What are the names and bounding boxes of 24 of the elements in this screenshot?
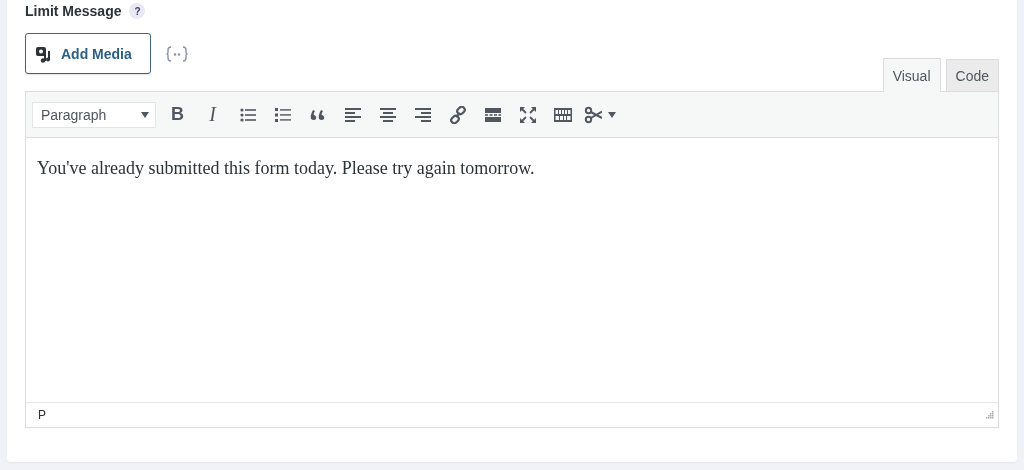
help-button[interactable]: ? xyxy=(129,3,146,19)
editor-tab[interactable]: Visual xyxy=(882,58,941,92)
caret-icon xyxy=(141,111,149,118)
resize-handle-icon xyxy=(986,411,994,419)
add-media-button[interactable]: Add Media xyxy=(25,33,151,74)
align-center-icon xyxy=(378,105,397,124)
media-icon xyxy=(35,44,53,63)
link-icon xyxy=(448,105,467,124)
align-left-icon xyxy=(343,105,362,124)
element-path[interactable]: P xyxy=(38,408,46,422)
keyboard-icon xyxy=(552,105,573,124)
editor-tab[interactable]: Code xyxy=(945,59,999,92)
editor-text: You've already submitted this form today. Please try again tomorrow. xyxy=(37,158,536,179)
format-select[interactable]: Paragraph xyxy=(32,101,156,128)
read-more-icon xyxy=(483,105,502,124)
caret-icon xyxy=(608,111,616,118)
align-right-icon xyxy=(413,105,432,124)
fullscreen-icon xyxy=(518,105,537,124)
field-label: Limit Message xyxy=(25,3,122,19)
numbered-list-icon xyxy=(273,105,292,124)
scissors-icon xyxy=(584,105,602,124)
bold-button[interactable]: B xyxy=(160,99,195,130)
merge-tags-icon xyxy=(165,44,189,63)
italic-button[interactable]: I xyxy=(195,99,230,130)
